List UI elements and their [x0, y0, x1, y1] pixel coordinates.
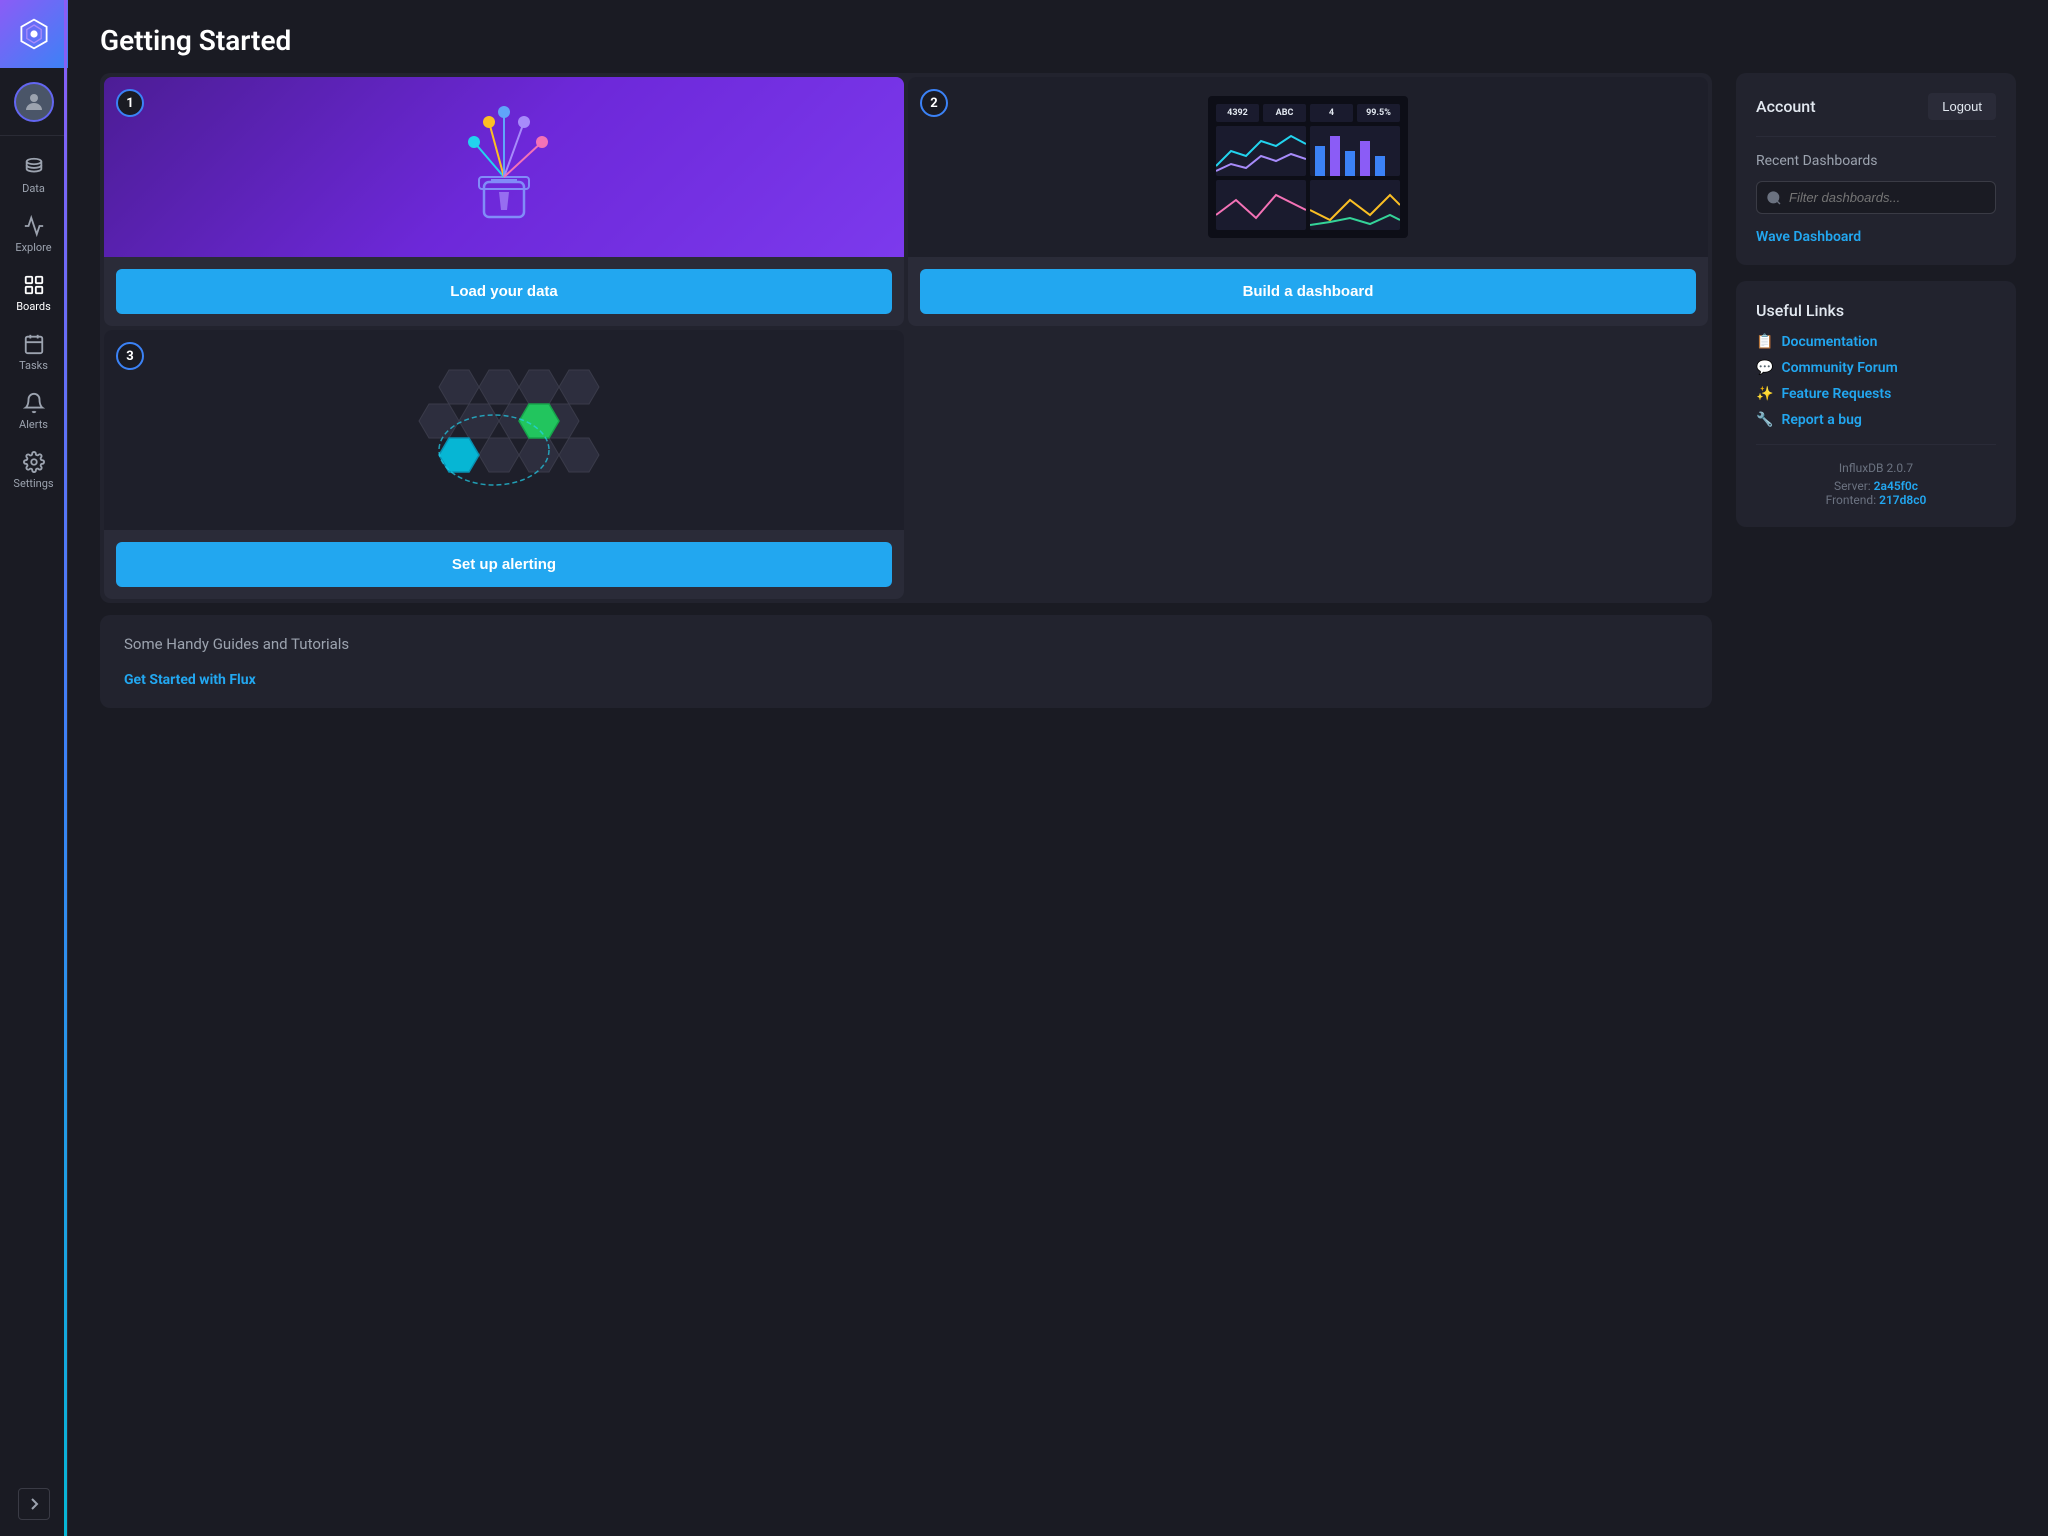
chevron-right-icon [27, 1497, 41, 1511]
left-column: 1 [100, 73, 1712, 1504]
dashboard-preview: 4392 ABC 4 99.5% [1208, 96, 1408, 238]
sidebar-item-settings-label: Settings [13, 477, 53, 490]
sidebar: Data Explore Boards [0, 0, 68, 1536]
explore-icon [23, 215, 45, 237]
sidebar-item-boards-label: Boards [16, 300, 51, 313]
setup-alerting-button[interactable]: Set up alerting [116, 542, 892, 587]
app-logo[interactable] [0, 0, 68, 68]
sidebar-item-boards[interactable]: Boards [0, 262, 67, 321]
filter-dashboards-input[interactable] [1756, 181, 1996, 214]
step-1-card: 1 [104, 77, 904, 326]
report-bug-icon: 🔧 [1756, 412, 1773, 428]
guides-title: Some Handy Guides and Tutorials [124, 635, 1688, 653]
account-panel: Account Logout Recent Dashboards Wave Da… [1736, 73, 2016, 265]
step-2-visual: 2 4392 ABC 4 99.5% [908, 77, 1708, 257]
sidebar-item-explore-label: Explore [15, 241, 51, 254]
step-1-visual: 1 [104, 77, 904, 257]
feature-requests-link[interactable]: Feature Requests [1781, 386, 1891, 402]
frontend-line: Frontend: 217d8c0 [1756, 493, 1996, 507]
build-dashboard-button[interactable]: Build a dashboard [920, 269, 1696, 314]
step-3-card: 3 [104, 330, 904, 599]
report-bug-link[interactable]: Report a bug [1781, 412, 1861, 428]
account-divider [1756, 136, 1996, 137]
expand-button[interactable] [18, 1488, 50, 1520]
step-2-card: 2 4392 ABC 4 99.5% [908, 77, 1708, 326]
content-area: 1 [68, 73, 2048, 1536]
logout-button[interactable]: Logout [1928, 93, 1996, 120]
filter-input-wrapper [1756, 181, 1996, 214]
recent-dashboards-title: Recent Dashboards [1756, 153, 1996, 169]
sidebar-item-tasks[interactable]: Tasks [0, 321, 67, 380]
user-icon [22, 90, 46, 114]
server-hash: 2a45f0c [1874, 479, 1918, 493]
tasks-icon [23, 333, 45, 355]
sidebar-item-data[interactable]: Data [0, 144, 67, 203]
right-column: Account Logout Recent Dashboards Wave Da… [1736, 73, 2016, 1504]
guides-section: Some Handy Guides and Tutorials Get Star… [100, 615, 1712, 708]
useful-links-title: Useful Links [1756, 301, 1996, 320]
feature-requests-icon: ✨ [1756, 386, 1773, 402]
community-icon: 💬 [1756, 360, 1773, 376]
server-label: Server: [1834, 479, 1871, 493]
settings-icon [23, 451, 45, 473]
sidebar-item-data-label: Data [22, 182, 45, 195]
account-panel-header: Account Logout [1756, 93, 1996, 120]
server-line: Server: 2a45f0c [1756, 479, 1996, 493]
version-info: InfluxDB 2.0.7 Server: 2a45f0c Frontend:… [1756, 444, 1996, 507]
sidebar-bottom [18, 1488, 50, 1536]
community-link-item: 💬 Community Forum [1756, 360, 1996, 376]
page-title: Getting Started [100, 24, 2016, 57]
step-3-badge: 3 [116, 342, 144, 370]
sidebar-item-alerts-label: Alerts [19, 418, 48, 431]
account-title: Account [1756, 97, 1816, 116]
documentation-link[interactable]: Documentation [1781, 334, 1877, 350]
flux-guide-link[interactable]: Get Started with Flux [124, 672, 256, 688]
step-3-visual: 3 [104, 330, 904, 530]
main-content: Getting Started 1 [68, 0, 2048, 1536]
wave-dashboard-link[interactable]: Wave Dashboard [1756, 229, 1861, 245]
sidebar-accent [64, 0, 67, 1536]
sidebar-nav: Data Explore Boards [0, 136, 67, 1488]
feature-requests-link-item: ✨ Feature Requests [1756, 386, 1996, 402]
sidebar-item-settings[interactable]: Settings [0, 439, 67, 498]
db-version: InfluxDB 2.0.7 [1756, 461, 1996, 475]
avatar [14, 82, 54, 122]
community-forum-link[interactable]: Community Forum [1781, 360, 1897, 376]
logo-icon [16, 16, 52, 52]
frontend-hash: 217d8c0 [1879, 493, 1926, 507]
data-icon [23, 156, 45, 178]
useful-links-panel: Useful Links 📋 Documentation 💬 Community… [1736, 281, 2016, 527]
report-bug-link-item: 🔧 Report a bug [1756, 412, 1996, 428]
load-data-button[interactable]: Load your data [116, 269, 892, 314]
frontend-label: Frontend: [1826, 493, 1877, 507]
page-header: Getting Started [68, 0, 2048, 73]
boards-icon [23, 274, 45, 296]
step-1-badge: 1 [116, 89, 144, 117]
documentation-icon: 📋 [1756, 334, 1773, 350]
documentation-link-item: 📋 Documentation [1756, 334, 1996, 350]
sidebar-item-tasks-label: Tasks [19, 359, 48, 372]
user-avatar-section[interactable] [0, 68, 68, 136]
load-data-illustration [434, 92, 574, 242]
alerting-illustration [394, 350, 614, 510]
sidebar-item-explore[interactable]: Explore [0, 203, 67, 262]
sidebar-item-alerts[interactable]: Alerts [0, 380, 67, 439]
search-icon [1766, 190, 1782, 206]
getting-started-grid: 1 [100, 73, 1712, 603]
step-2-badge: 2 [920, 89, 948, 117]
alerts-icon [23, 392, 45, 414]
